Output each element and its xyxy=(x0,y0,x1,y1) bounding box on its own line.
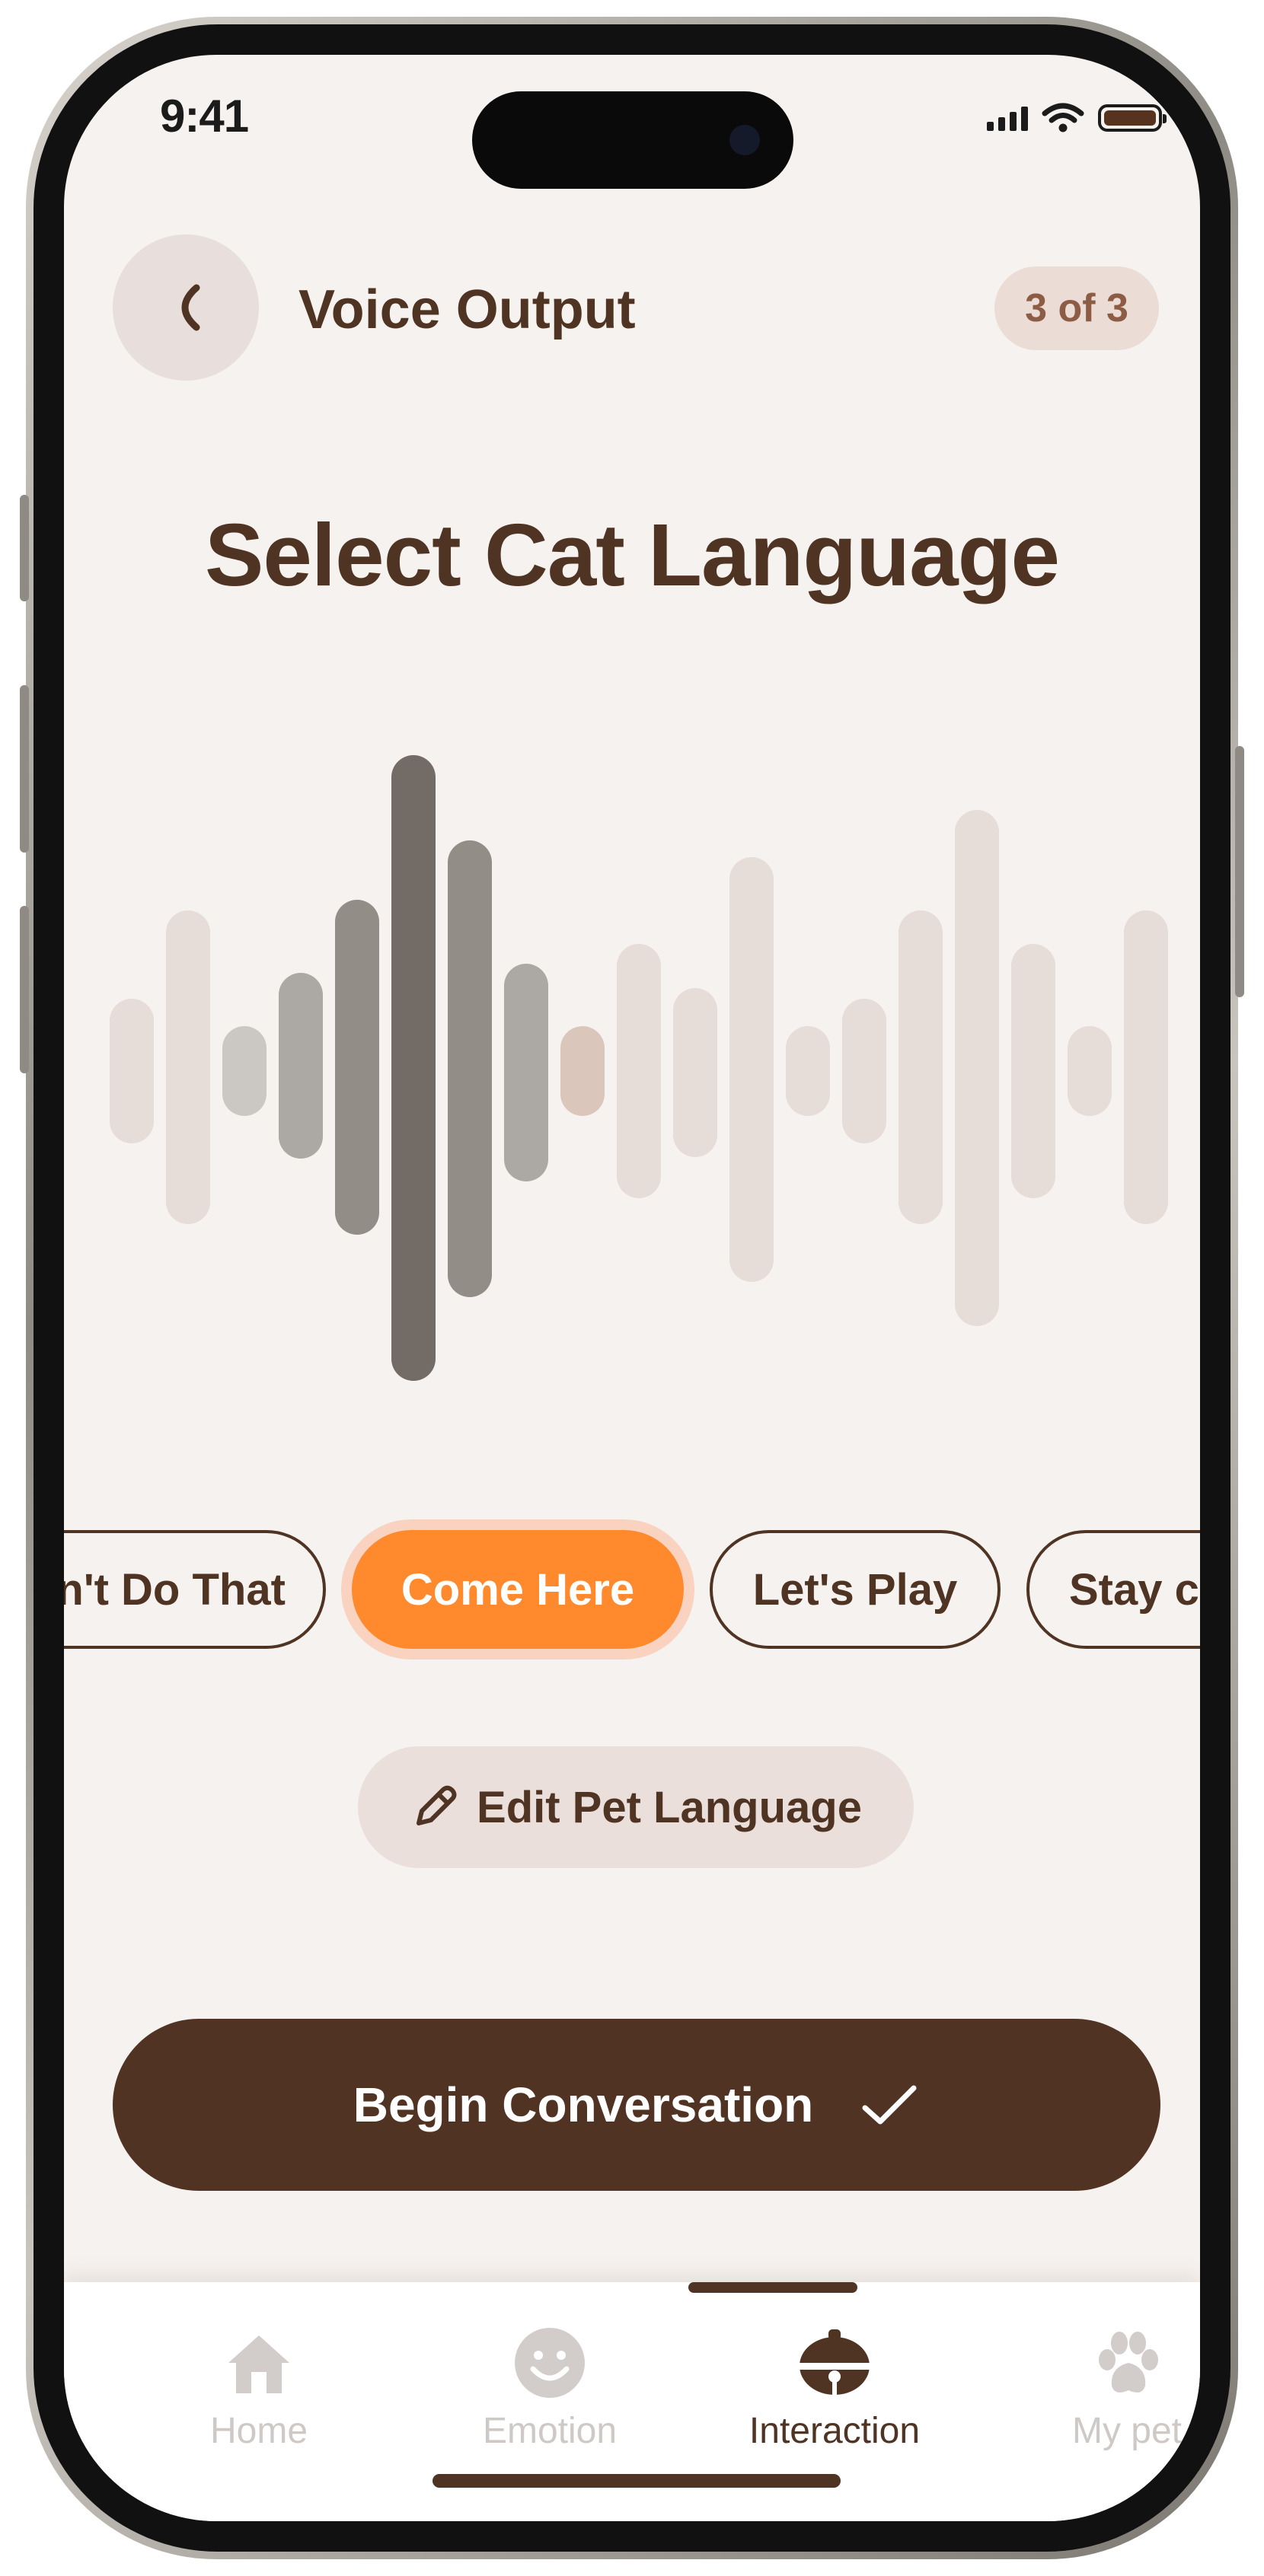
waveform-bar xyxy=(391,755,436,1381)
phrase-chip-label: Stay calm xyxy=(1069,1564,1200,1615)
waveform-bar xyxy=(899,910,943,1224)
dynamic-island xyxy=(472,91,793,189)
check-icon xyxy=(862,2085,917,2125)
waveform-bar xyxy=(673,988,717,1157)
app-screen: 9:41 Voice Output 3 of 3 Select Cat Lang… xyxy=(64,55,1200,2521)
waveform-bar xyxy=(448,840,492,1297)
tab-label: Interaction xyxy=(749,2411,921,2451)
page-title: Voice Output xyxy=(298,279,636,340)
phrase-carousel[interactable]: Don't Do That Come Here Let's Play Stay … xyxy=(64,1530,1200,1652)
phrase-chip-label: Come Here xyxy=(401,1564,635,1615)
begin-conversation-button[interactable]: Begin Conversation xyxy=(113,2019,1160,2191)
status-time: 9:41 xyxy=(160,91,249,142)
begin-conversation-label: Begin Conversation xyxy=(353,2077,814,2132)
waveform-bar xyxy=(335,900,379,1235)
waveform-bar xyxy=(110,999,154,1143)
active-tab-indicator xyxy=(688,2282,857,2293)
waveform-bar xyxy=(842,999,886,1143)
action-button xyxy=(20,495,29,601)
edit-pet-language-button[interactable]: Edit Pet Language xyxy=(358,1746,914,1868)
volume-up-button xyxy=(20,685,29,853)
phrase-chip-selected[interactable]: Come Here xyxy=(352,1530,684,1649)
waveform-bar xyxy=(504,964,548,1181)
waveform-bar xyxy=(279,973,323,1159)
wifi-icon xyxy=(1042,103,1084,132)
tab-my-pet[interactable]: My pet xyxy=(1005,2313,1200,2465)
front-camera xyxy=(729,125,760,155)
chevron-left-icon xyxy=(181,284,200,331)
waveform-bar xyxy=(729,857,774,1282)
step-indicator: 3 of 3 xyxy=(994,266,1159,350)
waveform-bar xyxy=(1124,910,1168,1224)
waveform-bar xyxy=(1068,1026,1112,1116)
volume-down-button xyxy=(20,906,29,1073)
tab-emotion[interactable]: Emotion xyxy=(428,2313,672,2465)
status-icons xyxy=(987,99,1167,137)
battery-icon xyxy=(1098,104,1167,132)
house-icon xyxy=(228,2335,289,2393)
phrase-chip[interactable]: Stay calm xyxy=(1026,1530,1200,1649)
tab-bar: Home Emotion Interaction My pet xyxy=(64,2282,1200,2521)
status-bar: 9:41 xyxy=(64,55,1200,189)
tab-label: Home xyxy=(209,2411,308,2451)
waveform-bar xyxy=(222,1026,267,1116)
tab-interaction[interactable]: Interaction xyxy=(713,2313,956,2465)
phrase-chip[interactable]: Don't Do That xyxy=(64,1530,326,1649)
phrase-chip[interactable]: Let's Play xyxy=(710,1530,1001,1649)
waveform-bar xyxy=(786,1026,830,1116)
tab-label: Emotion xyxy=(482,2411,618,2451)
waveform-bar xyxy=(166,910,210,1224)
waveform-bar xyxy=(1011,944,1055,1198)
back-button[interactable] xyxy=(113,234,259,381)
tab-label: My pet xyxy=(1071,2411,1183,2451)
home-indicator[interactable] xyxy=(433,2474,841,2488)
section-title: Select Cat Language xyxy=(205,505,1060,604)
tab-home[interactable]: Home xyxy=(137,2313,381,2465)
waveform-bar xyxy=(560,1026,605,1116)
paw-icon xyxy=(1099,2332,1158,2393)
phrase-chip-label: Don't Do That xyxy=(64,1564,286,1615)
cellular-signal-icon xyxy=(987,105,1028,131)
waveform-bar xyxy=(955,810,999,1326)
phrase-chip-label: Let's Play xyxy=(752,1564,958,1615)
waveform-bar xyxy=(617,944,661,1198)
power-button xyxy=(1235,746,1244,997)
smiley-icon xyxy=(515,2328,585,2398)
bell-icon xyxy=(800,2329,870,2395)
pencil-icon xyxy=(417,1785,457,1825)
edit-pet-language-label: Edit Pet Language xyxy=(477,1782,862,1832)
